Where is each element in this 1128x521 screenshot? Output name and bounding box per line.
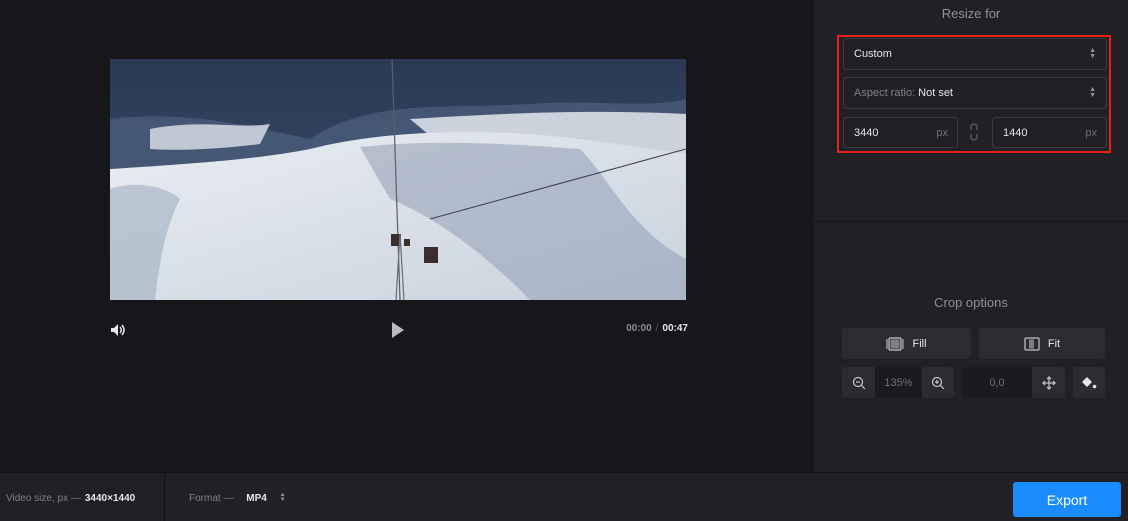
export-button[interactable]: Export	[1013, 482, 1121, 517]
fit-icon	[1024, 336, 1040, 351]
video-preview[interactable]	[110, 59, 686, 300]
zoom-out-button[interactable]	[842, 367, 875, 398]
position-value[interactable]: 0,0	[962, 367, 1032, 398]
height-unit: px	[1085, 126, 1097, 139]
resize-settings-highlight: Custom ▲ ▼ Aspect ratio: Not set ▲ ▼ 3440 …	[837, 35, 1111, 153]
fit-button[interactable]: Fit	[979, 328, 1105, 359]
time-separator: /	[655, 323, 659, 334]
width-unit: px	[936, 126, 948, 139]
fill-icon	[886, 336, 904, 351]
select-arrows-icon: ▲ ▼	[1089, 86, 1096, 99]
link-aspect-icon[interactable]	[969, 123, 979, 141]
height-value: 1440	[1003, 126, 1028, 139]
speaker-icon	[111, 324, 125, 336]
format-label: Format —	[189, 493, 234, 504]
video-size-info: Video size, px —3440×1440	[6, 493, 135, 504]
section-divider	[814, 221, 1128, 222]
background-color-control	[1073, 367, 1105, 398]
play-icon	[392, 322, 404, 338]
video-size-value: 3440×1440	[84, 493, 136, 504]
format-value: MP4	[246, 493, 267, 504]
aspect-ratio-label: Aspect ratio:	[854, 87, 916, 99]
preset-select[interactable]: Custom ▲ ▼	[843, 38, 1107, 70]
width-value: 3440	[854, 126, 879, 139]
timecode: 00:00/00:47	[626, 323, 688, 334]
play-button[interactable]	[386, 318, 410, 342]
settings-sidebar: Resize for Custom ▲ ▼ Aspect ratio: Not s…	[814, 0, 1128, 472]
aspect-ratio-select[interactable]: Aspect ratio: Not set ▲ ▼	[843, 77, 1107, 109]
zoom-control: 135%	[842, 367, 954, 398]
aspect-ratio-value: Not set	[918, 87, 953, 99]
zoom-in-button[interactable]	[922, 367, 954, 398]
move-button[interactable]	[1032, 367, 1065, 398]
background-fill-button[interactable]	[1073, 367, 1105, 398]
volume-button[interactable]	[108, 318, 128, 342]
resize-section-title: Resize for	[941, 6, 1001, 21]
paint-bucket-icon	[1082, 376, 1097, 388]
zoom-out-icon	[852, 376, 865, 389]
duration: 00:47	[662, 323, 688, 334]
zoom-in-icon	[931, 376, 945, 389]
format-selector[interactable]: Format — MP4 ▲ ▼	[189, 492, 286, 504]
fill-label: Fill	[912, 337, 927, 350]
zoom-value[interactable]: 135%	[875, 367, 922, 398]
width-input[interactable]: 3440 px	[843, 117, 958, 148]
height-input[interactable]: 1440 px	[992, 117, 1107, 148]
position-control: 0,0	[962, 367, 1065, 398]
video-resizer-app: 00:00/00:47 Resize for Custom ▲ ▼ Aspect …	[0, 0, 1128, 521]
current-time: 00:00	[626, 323, 652, 334]
video-thumbnail-ski-lift	[110, 59, 686, 300]
select-arrows-icon: ▲ ▼	[1089, 47, 1096, 60]
preset-value: Custom	[854, 48, 892, 60]
player-controls: 00:00/00:47	[108, 318, 688, 342]
crop-section-title: Crop options	[934, 295, 1008, 310]
preview-area: 00:00/00:47	[0, 0, 814, 472]
fit-label: Fit	[1047, 337, 1061, 350]
bottom-bar: Video size, px —3440×1440 Format — MP4 ▲…	[0, 472, 1128, 521]
video-size-label: Video size, px —	[6, 493, 81, 504]
fill-button[interactable]: Fill	[842, 328, 971, 359]
bottom-divider	[164, 473, 165, 521]
format-arrows-icon: ▲ ▼	[279, 492, 286, 504]
move-icon	[1041, 375, 1056, 390]
